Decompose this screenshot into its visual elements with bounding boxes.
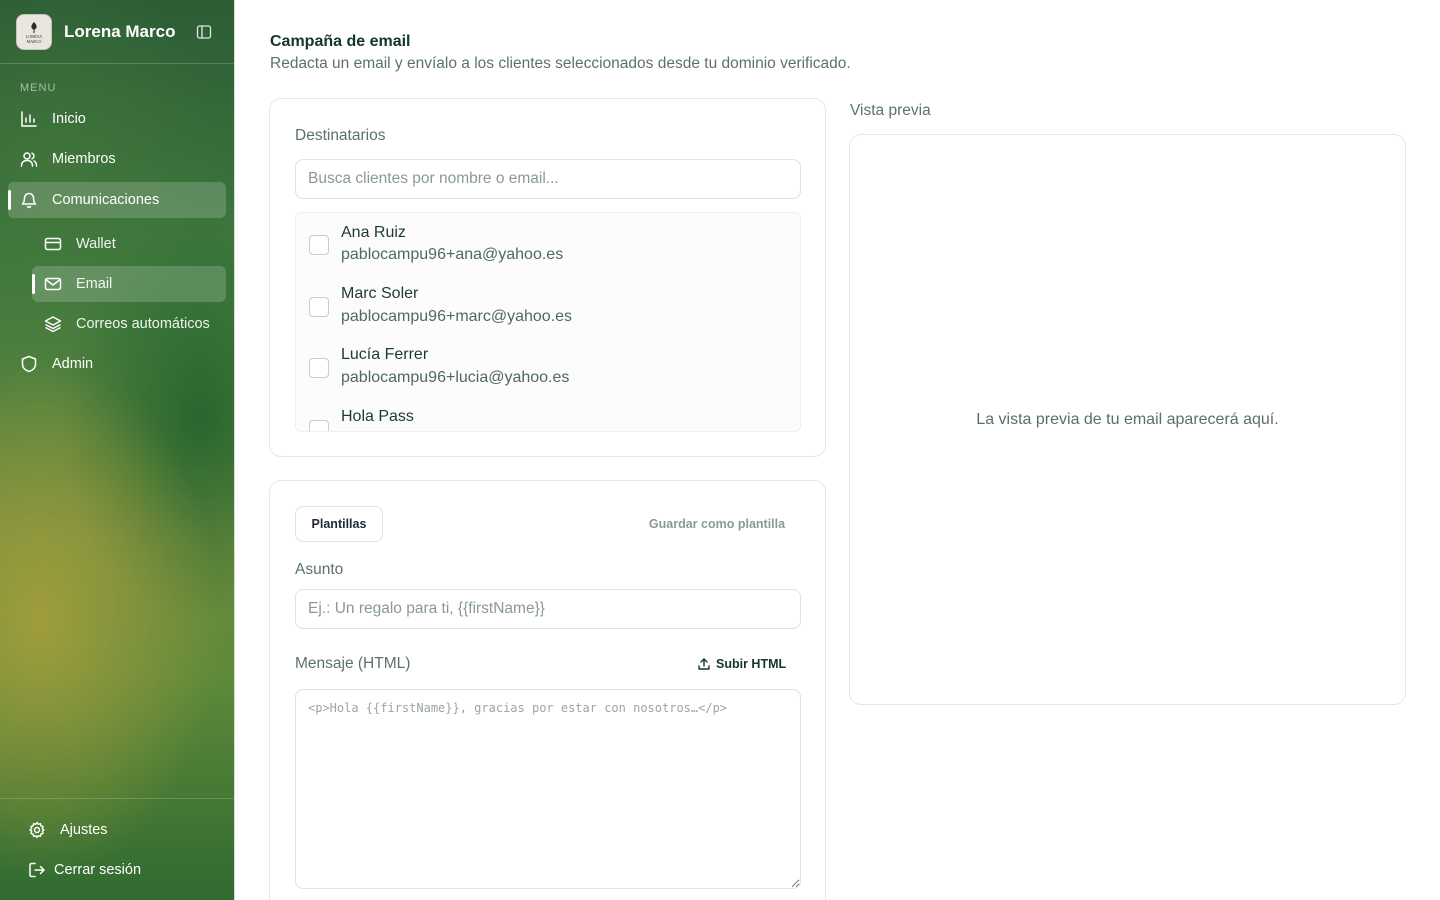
sidebar-item-label: Email <box>76 276 113 292</box>
client-email: pablocampu96+lucia@yahoo.es <box>341 369 570 386</box>
sidebar-item-correos-automaticos[interactable]: Correos automáticos <box>44 306 229 342</box>
sidebar-item-label: Admin <box>52 356 94 372</box>
list-item[interactable]: Hola Pass <box>296 398 800 431</box>
client-search-input[interactable] <box>295 159 801 199</box>
client-checkbox[interactable] <box>309 358 329 378</box>
credit-card-icon <box>44 235 62 253</box>
client-name: Hola Pass <box>341 408 414 425</box>
client-checkbox[interactable] <box>309 235 329 255</box>
sidebar-title: Lorena Marco <box>64 22 176 41</box>
client-name: Lucía Ferrer <box>341 346 429 363</box>
sidebar-item-label: Correos automáticos <box>76 316 210 332</box>
upload-icon <box>698 658 710 670</box>
upload-html-button[interactable]: Subir HTML <box>697 654 786 674</box>
sidebar-footer-divider <box>0 798 235 799</box>
message-html-textarea[interactable] <box>295 689 801 889</box>
list-item[interactable]: Marc Soler pablocampu96+marc@yahoo.es <box>296 275 800 337</box>
client-name: Marc Soler <box>341 285 419 302</box>
brand-logo-icon: LORENA MARCO <box>26 22 42 44</box>
layers-icon <box>44 315 62 333</box>
recipients-label: Destinatarios <box>295 127 386 144</box>
subject-label: Asunto <box>295 561 344 578</box>
settings-label: Ajustes <box>60 822 108 838</box>
list-item[interactable]: Lucía Ferrer pablocampu96+lucia@yahoo.es <box>296 336 800 398</box>
shield-icon <box>20 355 38 373</box>
client-list[interactable]: Ana Ruiz pablocampu96+ana@yahoo.es Marc … <box>295 212 801 432</box>
gear-icon <box>28 821 46 839</box>
client-checkbox[interactable] <box>309 297 329 317</box>
logout-label: Cerrar sesión <box>54 862 142 878</box>
recipients-card: Destinatarios Ana Ruiz pablocampu96+ana@… <box>269 98 826 457</box>
compose-card: Plantillas Guardar como plantilla Asunto… <box>269 480 826 900</box>
templates-button[interactable]: Plantillas <box>295 506 383 542</box>
sidebar-item-label: Wallet <box>76 236 116 252</box>
users-icon <box>20 150 38 168</box>
upload-html-label: Subir HTML <box>716 657 787 671</box>
page-title: Campaña de email <box>270 33 411 50</box>
save-template-button[interactable]: Guardar como plantilla <box>642 514 792 534</box>
sidebar-item-miembros[interactable]: Miembros <box>20 141 220 177</box>
menu-section-label: MENU <box>20 82 57 94</box>
svg-text:MARCO: MARCO <box>27 39 42 44</box>
sidebar-item-label: Comunicaciones <box>52 192 160 208</box>
logout-icon <box>28 861 46 879</box>
sidebar-item-label: Miembros <box>52 151 116 167</box>
bar-chart-icon <box>20 110 38 128</box>
sidebar-item-wallet[interactable]: Wallet <box>44 226 224 262</box>
settings-button[interactable]: Ajustes <box>28 812 208 848</box>
logout-button[interactable]: Cerrar sesión <box>28 852 208 888</box>
subject-input[interactable] <box>295 589 801 629</box>
sidebar-item-inicio[interactable]: Inicio <box>20 101 220 137</box>
sidebar: LORENA MARCO Lorena Marco MENU Inicio Mi… <box>0 0 235 900</box>
client-email: pablocampu96+ana@yahoo.es <box>341 246 564 263</box>
brand-logo[interactable]: LORENA MARCO <box>16 14 52 50</box>
preview-empty-text: La vista previa de tu email aparecerá aq… <box>976 410 1279 428</box>
client-checkbox[interactable] <box>309 420 329 431</box>
email-preview: La vista previa de tu email aparecerá aq… <box>849 134 1406 705</box>
client-name: Ana Ruiz <box>341 224 406 241</box>
page-subtitle: Redacta un email y envíalo a los cliente… <box>270 55 851 72</box>
list-item[interactable]: Ana Ruiz pablocampu96+ana@yahoo.es <box>296 213 800 275</box>
sidebar-item-admin[interactable]: Admin <box>20 346 220 382</box>
sidebar-header: LORENA MARCO Lorena Marco <box>0 0 235 64</box>
sidebar-item-label: Inicio <box>52 111 86 127</box>
sidebar-item-email[interactable]: Email <box>32 266 226 302</box>
sidebar-item-comunicaciones[interactable]: Comunicaciones <box>8 182 226 218</box>
sidebar-toggle-icon[interactable] <box>196 24 212 40</box>
preview-label: Vista previa <box>850 102 931 119</box>
client-email: pablocampu96+marc@yahoo.es <box>341 308 573 325</box>
message-label: Mensaje (HTML) <box>295 655 411 672</box>
bell-icon <box>20 191 38 209</box>
mail-icon <box>44 275 62 293</box>
